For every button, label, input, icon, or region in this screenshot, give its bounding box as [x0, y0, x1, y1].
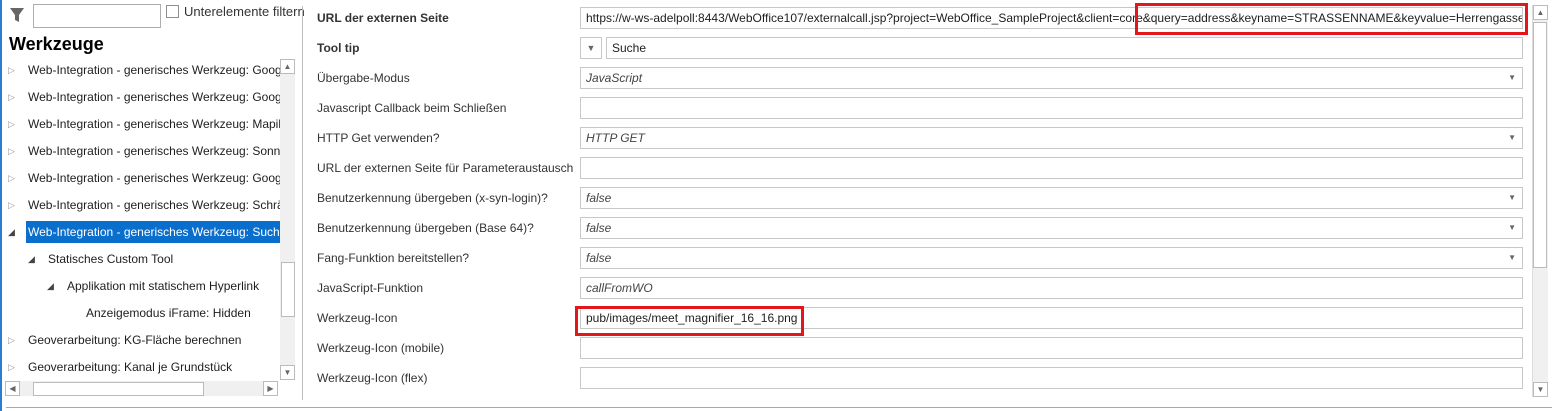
- property-select[interactable]: false ▼: [580, 217, 1523, 239]
- scroll-left-button[interactable]: ◀: [5, 381, 20, 396]
- expand-arrow-icon[interactable]: ▷: [8, 194, 15, 216]
- filter-subelements-label: Unterelemente filtern: [184, 4, 305, 19]
- property-input[interactable]: callFromWO: [580, 277, 1523, 299]
- property-input[interactable]: [580, 367, 1523, 389]
- chevron-down-icon[interactable]: ▼: [1508, 128, 1516, 148]
- panel-title: Werkzeuge: [9, 34, 104, 54]
- property-value: JavaScript: [586, 71, 643, 85]
- property-label: Übergabe-Modus: [317, 71, 410, 85]
- tree-item-label: Anzeigemodus iFrame: Hidden: [86, 306, 251, 320]
- tree-item-label: Web-Integration - generisches Werkzeug: …: [28, 117, 280, 131]
- scroll-right-button[interactable]: ▶: [263, 381, 278, 396]
- property-label: Javascript Callback beim Schließen: [317, 101, 507, 115]
- property-value: callFromWO: [586, 281, 653, 295]
- tree-item-label: Statisches Custom Tool: [48, 252, 174, 266]
- tooltip-input[interactable]: Suche: [606, 37, 1523, 59]
- filter-icon[interactable]: [9, 6, 25, 24]
- chevron-down-icon[interactable]: ▼: [1508, 68, 1516, 88]
- property-input[interactable]: [580, 97, 1523, 119]
- collapse-arrow-icon[interactable]: ◢: [8, 221, 15, 243]
- tree-item[interactable]: ▷ Web-Integration - generisches Werkzeug:…: [0, 59, 280, 81]
- property-value: false: [586, 221, 612, 235]
- scroll-up-button[interactable]: ▲: [280, 59, 295, 74]
- scroll-up-button[interactable]: ▲: [1533, 5, 1548, 20]
- collapse-arrow-icon[interactable]: ◢: [47, 275, 54, 297]
- expand-arrow-icon[interactable]: ▷: [8, 167, 15, 189]
- tree-item[interactable]: ▷ Geoverarbeitung: KG-Fläche berechnen: [0, 329, 280, 351]
- property-label: Benutzerkennung übergeben (x-syn-login)?: [317, 191, 548, 205]
- tooltip-dropdown-button[interactable]: ▼: [580, 37, 602, 59]
- chevron-down-icon[interactable]: ▼: [1508, 218, 1516, 238]
- filter-subelements-checkbox[interactable]: [166, 5, 179, 18]
- property-label: HTTP Get verwenden?: [317, 131, 440, 145]
- property-input[interactable]: [580, 157, 1523, 179]
- tree-item[interactable]: ◢ Statisches Custom Tool: [0, 248, 280, 270]
- property-label: Tool tip: [317, 41, 360, 55]
- scroll-down-button[interactable]: ▼: [280, 365, 295, 380]
- property-label: Werkzeug-Icon (mobile): [317, 341, 445, 355]
- expand-arrow-icon[interactable]: ▷: [8, 140, 15, 162]
- property-label: Fang-Funktion bereitstellen?: [317, 251, 470, 265]
- tree-item[interactable]: ◢ Applikation mit statischem Hyperlink: [0, 275, 280, 297]
- tree-item[interactable]: ▷ Web-Integration - generisches Werkzeug:…: [0, 140, 280, 162]
- property-select[interactable]: false ▼: [580, 247, 1523, 269]
- tree-item[interactable]: ▷ Geoverarbeitung: Kanal je Grundstück: [0, 356, 280, 378]
- property-label: URL der externen Seite für Parameteraust…: [317, 161, 574, 175]
- url-highlight-box: [1135, 3, 1528, 35]
- filter-input[interactable]: [33, 4, 161, 28]
- panel-divider[interactable]: [302, 6, 303, 400]
- properties-scroll-thumb[interactable]: [1533, 22, 1547, 268]
- tree-item[interactable]: ▷ Web-Integration - generisches Werkzeug:…: [0, 194, 280, 216]
- property-label: URL der externen Seite: [317, 11, 449, 25]
- property-value: false: [586, 251, 612, 265]
- property-value: false: [586, 191, 612, 205]
- tree-item-label: Web-Integration - generisches Werkzeug: …: [28, 171, 280, 185]
- property-select[interactable]: false ▼: [580, 187, 1523, 209]
- property-label: JavaScript-Funktion: [317, 281, 424, 295]
- tree-item-label: Web-Integration - generisches Werkzeug: …: [26, 221, 280, 243]
- collapse-arrow-icon[interactable]: ◢: [28, 248, 35, 270]
- tree-item-label: Web-Integration - generisches Werkzeug: …: [28, 198, 280, 212]
- bottom-border: [6, 407, 1552, 408]
- expand-arrow-icon[interactable]: ▷: [8, 356, 15, 378]
- chevron-down-icon[interactable]: ▼: [1508, 248, 1516, 268]
- tree-horizontal-scroll-thumb[interactable]: [33, 382, 204, 396]
- tree-item-label: Geoverarbeitung: Kanal je Grundstück: [28, 360, 233, 374]
- property-label: Werkzeug-Icon (flex): [317, 371, 428, 385]
- expand-arrow-icon[interactable]: ▷: [8, 329, 15, 351]
- property-select[interactable]: JavaScript ▼: [580, 67, 1523, 89]
- icon-highlight-box: [575, 306, 804, 336]
- property-label: Werkzeug-Icon: [317, 311, 398, 325]
- tree-item[interactable]: ◢ Web-Integration - generisches Werkzeug:…: [0, 221, 280, 243]
- chevron-down-icon[interactable]: ▼: [1508, 188, 1516, 208]
- tree-item-label: Web-Integration - generisches Werkzeug: …: [28, 63, 280, 77]
- expand-arrow-icon[interactable]: ▷: [8, 86, 15, 108]
- tree-vertical-scrollbar[interactable]: ▲ ▼: [280, 59, 295, 380]
- property-input[interactable]: [580, 337, 1523, 359]
- scroll-down-button[interactable]: ▼: [1533, 382, 1548, 397]
- tree-vertical-scroll-thumb[interactable]: [281, 262, 295, 317]
- tree-item-label: Applikation mit statischem Hyperlink: [67, 279, 260, 293]
- property-value: Suche: [612, 41, 647, 55]
- tree-item[interactable]: ▷ Web-Integration - generisches Werkzeug:…: [0, 167, 280, 189]
- expand-arrow-icon[interactable]: ▷: [8, 113, 15, 135]
- tree-item[interactable]: Anzeigemodus iFrame: Hidden: [0, 302, 280, 324]
- tree-item-label: Web-Integration - generisches Werkzeug: …: [28, 144, 280, 158]
- property-select[interactable]: HTTP GET ▼: [580, 127, 1523, 149]
- tree-item-label: Web-Integration - generisches Werkzeug: …: [28, 90, 280, 104]
- property-value: HTTP GET: [586, 131, 645, 145]
- expand-arrow-icon[interactable]: ▷: [8, 59, 15, 81]
- property-label: Benutzerkennung übergeben (Base 64)?: [317, 221, 534, 235]
- tree-item[interactable]: ▷ Web-Integration - generisches Werkzeug:…: [0, 86, 280, 108]
- tree-item-label: Geoverarbeitung: KG-Fläche berechnen: [28, 333, 242, 347]
- tree-item[interactable]: ▷ Web-Integration - generisches Werkzeug:…: [0, 113, 280, 135]
